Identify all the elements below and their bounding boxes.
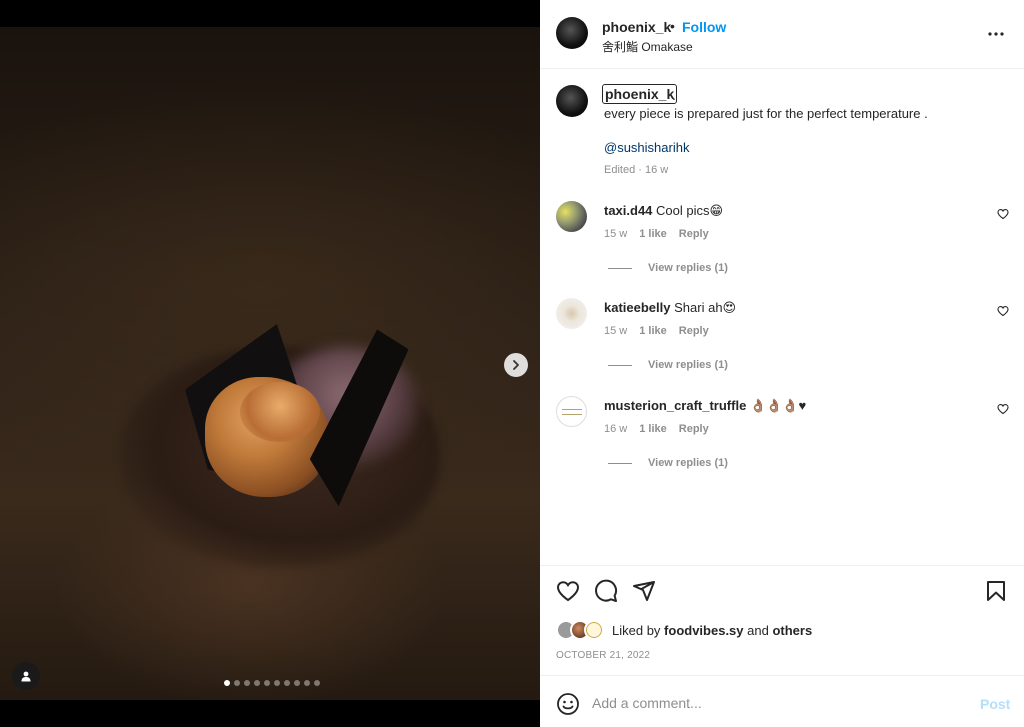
next-slide-button[interactable]: [504, 353, 528, 377]
comment-time: 16 w: [604, 423, 628, 435]
commenter-avatar[interactable]: [556, 201, 587, 232]
comment-likes[interactable]: 1 like: [639, 325, 667, 337]
share-icon[interactable]: [632, 579, 656, 603]
caption-mention[interactable]: @sushisharihk: [604, 140, 689, 155]
comment-time: 15 w: [604, 325, 628, 337]
heart-icon[interactable]: [997, 305, 1009, 317]
carousel-dot: [284, 680, 290, 686]
follow-button[interactable]: Follow: [682, 19, 726, 35]
view-replies-button[interactable]: View replies (1): [608, 262, 728, 274]
view-replies-label: View replies (1): [648, 457, 728, 469]
comment-likes[interactable]: 1 like: [639, 423, 667, 435]
caption-text: every piece is prepared just for the per…: [604, 106, 928, 121]
heart-icon[interactable]: [997, 208, 1009, 220]
comment-likes[interactable]: 1 like: [639, 228, 667, 240]
post-sidebar: phoenix_k • Follow 舍利鮨 Omakase phoenix_k…: [540, 0, 1024, 727]
view-replies-label: View replies (1): [648, 359, 728, 371]
commenter-avatar[interactable]: [556, 298, 587, 329]
comment-meta: 16 w 1 like Reply: [604, 423, 709, 435]
carousel-dot: [304, 680, 310, 686]
reply-button[interactable]: Reply: [679, 228, 709, 240]
comment-text: Shari ah😍: [674, 300, 737, 315]
post-date[interactable]: OCTOBER 21, 2022: [556, 650, 650, 661]
replies-line: [608, 364, 632, 366]
instagram-post-modal: phoenix_k • Follow 舍利鮨 Omakase phoenix_k…: [0, 0, 1024, 727]
comment-meta: 15 w 1 like Reply: [604, 325, 709, 337]
user-tag-icon: [21, 671, 31, 682]
heart-icon[interactable]: [556, 579, 580, 603]
comment-line: taxi.d44 Cool pics😁: [604, 203, 723, 219]
caption-meta: Edited · 16 w: [604, 164, 669, 176]
post-location[interactable]: 舍利鮨 Omakase: [602, 38, 693, 55]
comment-text: Cool pics😁: [656, 203, 724, 218]
commenter-logo-mark: [561, 408, 582, 415]
carousel-dots: [224, 680, 320, 686]
carousel-dot: [254, 680, 260, 686]
comment-item: katieebelly Shari ah😍 15 w 1 like Reply …: [540, 298, 1024, 395]
comments-scroll[interactable]: phoenix_k . every piece is prepared just…: [540, 70, 1024, 565]
add-comment-bar: Post: [540, 675, 1024, 727]
comment-time: 15 w: [604, 228, 628, 240]
post-comment-button[interactable]: Post: [980, 696, 1010, 712]
likes-others[interactable]: others: [772, 623, 812, 638]
comment-item: musterion_craft_truffle 👌🏽👌🏽👌🏽♥ 16 w 1 l…: [540, 396, 1024, 493]
carousel-dot: [314, 680, 320, 686]
likes-summary: Liked by foodvibes.sy and others: [556, 620, 812, 640]
caption-username[interactable]: phoenix_k: [602, 84, 678, 104]
likes-text: Liked by foodvibes.sy and others: [612, 623, 812, 638]
post-photo[interactable]: [0, 27, 540, 700]
more-icon: [988, 32, 1004, 36]
bookmark-icon[interactable]: [984, 579, 1008, 603]
commenter-username[interactable]: taxi.d44: [604, 203, 652, 218]
comment-input[interactable]: [592, 690, 962, 716]
carousel-dot: [264, 680, 270, 686]
view-replies-button[interactable]: View replies (1): [608, 359, 728, 371]
heart-icon[interactable]: [997, 403, 1009, 415]
emoji-icon[interactable]: [556, 692, 580, 716]
reply-button[interactable]: Reply: [679, 423, 709, 435]
likes-prefix: Liked by: [612, 622, 661, 638]
more-options-button[interactable]: [986, 24, 1006, 44]
likes-middle: and: [747, 622, 769, 638]
post-media: [0, 0, 540, 727]
comment-meta: 15 w 1 like Reply: [604, 228, 709, 240]
replies-line: [608, 267, 632, 269]
comment-line: musterion_craft_truffle 👌🏽👌🏽👌🏽♥: [604, 398, 806, 414]
post-header: phoenix_k • Follow 舍利鮨 Omakase: [540, 0, 1024, 69]
comment-item: taxi.d44 Cool pics😁 15 w 1 like Reply Vi…: [540, 201, 1024, 298]
view-replies-label: View replies (1): [648, 262, 728, 274]
replies-line: [608, 462, 632, 464]
comment-icon[interactable]: [594, 579, 618, 603]
carousel-dot: [274, 680, 280, 686]
tagged-users-button[interactable]: [12, 662, 40, 690]
carousel-dot: [244, 680, 250, 686]
liker-username[interactable]: foodvibes.sy: [664, 623, 743, 638]
reply-button[interactable]: Reply: [679, 325, 709, 337]
photo-uni-highlight: [240, 382, 320, 442]
carousel-dot: [234, 680, 240, 686]
post-actions: Liked by foodvibes.sy and others OCTOBER…: [540, 565, 1024, 675]
chevron-right-icon: [513, 360, 519, 370]
commenter-username[interactable]: musterion_craft_truffle: [604, 398, 746, 413]
commenter-username[interactable]: katieebelly: [604, 300, 671, 315]
carousel-dot: [224, 680, 230, 686]
view-replies-button[interactable]: View replies (1): [608, 457, 728, 469]
commenter-avatar[interactable]: [556, 396, 587, 427]
author-avatar[interactable]: [556, 17, 588, 49]
carousel-dot: [294, 680, 300, 686]
liker-avatar[interactable]: [584, 620, 604, 640]
comment-text: 👌🏽👌🏽👌🏽♥: [749, 398, 807, 413]
header-separator: •: [670, 18, 675, 34]
comment-line: katieebelly Shari ah😍: [604, 300, 736, 316]
author-username[interactable]: phoenix_k: [602, 19, 671, 35]
caption-dot: .: [672, 87, 676, 103]
caption-avatar[interactable]: [556, 85, 588, 117]
